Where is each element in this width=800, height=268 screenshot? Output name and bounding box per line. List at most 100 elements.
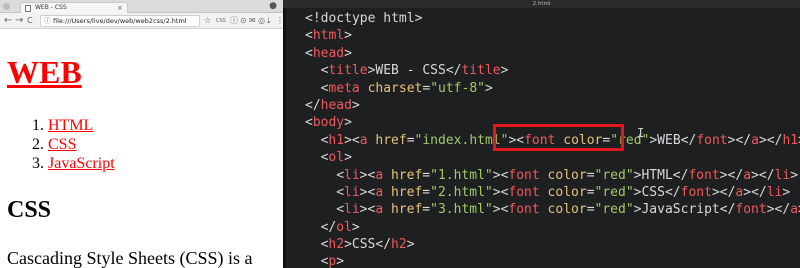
rendered-page: WEB 1. HTML 2. CSS 3. JavaScript CSS Cas… — [0, 30, 283, 268]
editor-file-tab[interactable]: 2.html — [283, 0, 800, 8]
code-line[interactable]: <title>WEB - CSS</title> — [305, 62, 800, 79]
code-token: ></ — [719, 167, 744, 183]
code-token: = — [586, 167, 595, 183]
code-token: head — [312, 45, 345, 61]
code-line[interactable]: <meta charset="utf-8"> — [305, 80, 800, 97]
css-extension-icon[interactable]: CSS — [216, 15, 226, 27]
code-token: font — [508, 202, 540, 218]
list-item-link[interactable]: CSS — [48, 136, 76, 153]
code-token: < — [305, 115, 313, 131]
bookmark-star-icon[interactable]: ☆ — [204, 15, 211, 27]
code-token: head — [320, 97, 352, 113]
code-token: a — [743, 167, 752, 183]
highlight-box — [493, 124, 624, 151]
code-token: font — [508, 167, 540, 183]
code-token: > — [484, 80, 493, 96]
section-paragraph: Cascading Style Sheets (CSS) is a — [7, 248, 253, 268]
user-circle-icon[interactable]: ● — [269, 1, 277, 11]
browser-tab-bar: WEB - CSS × ● — [0, 0, 283, 13]
code-token: font — [696, 132, 728, 148]
code-line[interactable]: <head> — [305, 45, 800, 62]
screen: WEB - CSS × ● ← → C ⓘ file:///Users/live… — [0, 0, 800, 268]
target-extension-icon[interactable]: ◎ — [258, 15, 265, 27]
code-line[interactable]: <h2>CSS</h2> — [305, 236, 800, 253]
browser-tab[interactable]: WEB - CSS × — [20, 2, 128, 13]
code-token: > — [344, 150, 352, 166]
code-line[interactable]: <li><a href="1.html"><font color="red">H… — [305, 167, 800, 184]
code-line[interactable]: <html> — [305, 27, 800, 44]
code-line[interactable]: <li><a href="3.html"><font color="red">J… — [305, 201, 800, 218]
mail-extension-icon[interactable]: ✉ — [249, 15, 256, 27]
code-token: < — [336, 184, 345, 200]
list-item-link[interactable]: JavaScript — [48, 155, 115, 172]
list-item-number: 3. — [32, 155, 44, 172]
code-token: < — [305, 28, 313, 44]
code-token: font — [508, 184, 540, 200]
code-token: h1 — [782, 132, 799, 148]
code-token: = — [586, 202, 595, 218]
code-token: > — [406, 237, 415, 253]
code-editor: 2.html <!doctype html> <html> <head> <title… — [283, 0, 800, 268]
code-line[interactable]: </ol> — [305, 219, 800, 236]
code-token: ></ — [766, 202, 791, 218]
code-token: > — [336, 254, 345, 268]
address-url[interactable]: file:///Users/live/dev/web/web2css/2.htm… — [53, 17, 187, 25]
code-line[interactable]: <li><a href="2.html"><font color="red">C… — [305, 184, 800, 201]
window-close-dot[interactable] — [3, 3, 10, 10]
code-token: a — [375, 184, 384, 200]
download-icon[interactable]: ⤓ — [267, 15, 271, 27]
list-item-link[interactable]: HTML — [48, 117, 93, 134]
code-token: ></ — [727, 132, 752, 148]
forward-icon[interactable]: → — [15, 15, 23, 27]
tab-close-icon[interactable]: × — [117, 3, 123, 13]
code-line[interactable]: </head> — [305, 97, 800, 114]
code-token: </ — [305, 97, 321, 113]
back-icon[interactable]: ← — [4, 15, 12, 27]
code-token: "utf-8" — [430, 80, 485, 96]
code-token: >CSS</ — [633, 184, 681, 200]
code-token: font — [680, 184, 712, 200]
code-token: li — [774, 167, 791, 183]
code-token: >< — [344, 132, 360, 148]
code-token: = — [422, 80, 431, 96]
code-token: font — [735, 202, 767, 218]
code-token: charset — [367, 80, 423, 96]
code-token: href — [390, 184, 423, 200]
code-token: </ — [320, 219, 337, 235]
code-token: >< — [492, 202, 509, 218]
code-token: "red" — [594, 184, 634, 200]
code-token: "red" — [594, 167, 634, 183]
reload-icon[interactable]: C — [27, 15, 33, 27]
info-icon[interactable]: ⓘ — [44, 16, 51, 26]
code-token: "red" — [594, 202, 634, 218]
code-line[interactable]: <p> — [305, 253, 800, 268]
home-link[interactable]: WEB — [7, 54, 82, 90]
code-token: "2.html" — [430, 184, 493, 200]
code-token: font — [688, 167, 720, 183]
code-token: < — [305, 45, 313, 61]
code-token: href — [375, 132, 407, 148]
list-item: 3. JavaScript — [32, 154, 115, 173]
info-extension-icon[interactable]: ⓘ — [230, 15, 238, 27]
code-token: > — [782, 184, 791, 200]
extension-circle-icon[interactable]: ⊙ — [240, 15, 247, 27]
page-heading: WEB — [7, 54, 82, 90]
code-token: ol — [336, 219, 352, 235]
code-token: body — [312, 115, 345, 131]
document-icon — [25, 5, 31, 12]
code-token: a — [790, 202, 799, 218]
code-token: html — [312, 28, 345, 44]
menu-kebab-icon[interactable]: ⋮ — [276, 15, 283, 27]
code-token: ></ — [743, 184, 767, 200]
code-token: color — [547, 202, 587, 218]
code-token: = — [422, 167, 431, 183]
code-token: >WEB - CSS</ — [367, 63, 462, 79]
browser-window: WEB - CSS × ● ← → C ⓘ file:///Users/live… — [0, 0, 283, 268]
code-token: ></ — [758, 132, 783, 148]
code-line[interactable]: <ol> — [305, 149, 800, 166]
code-line[interactable]: <!doctype html> — [305, 10, 800, 27]
code-token: title — [328, 63, 368, 79]
address-bar[interactable]: ⓘ file:///Users/live/dev/web/web2css/2.h… — [40, 15, 200, 27]
